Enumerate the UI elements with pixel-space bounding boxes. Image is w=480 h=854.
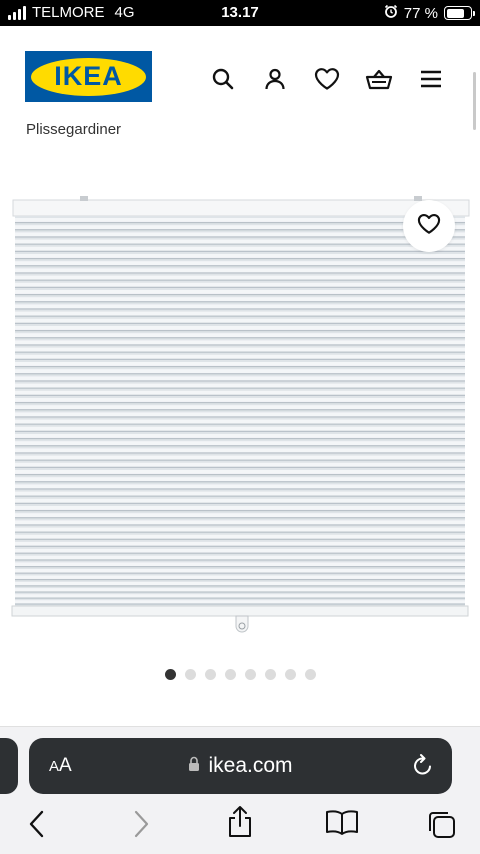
forward-icon[interactable] [131, 809, 151, 844]
account-icon[interactable] [260, 64, 290, 94]
address-bar[interactable]: AA ikea.com [29, 738, 452, 794]
header-actions [208, 64, 446, 94]
logo-text: IKEA [54, 61, 123, 91]
back-icon[interactable] [27, 809, 47, 844]
pagination-dot[interactable] [204, 669, 216, 680]
pagination-dot[interactable] [164, 669, 176, 680]
battery-percent: 77 % [403, 4, 438, 22]
search-icon[interactable] [208, 64, 238, 94]
menu-icon[interactable] [416, 64, 446, 94]
alarm-icon [384, 4, 398, 22]
reload-icon[interactable] [412, 753, 434, 782]
status-bar: TELMORE 4G 13.17 77 % [0, 0, 480, 26]
pagination-dot[interactable] [224, 669, 236, 680]
heart-icon[interactable] [312, 64, 342, 94]
share-icon[interactable] [226, 805, 254, 844]
heart-icon [417, 213, 441, 240]
site-header: IKEA [0, 26, 480, 130]
pagination-dot[interactable] [244, 669, 256, 680]
url-display[interactable]: ikea.com [29, 754, 452, 778]
previous-tab-edge[interactable] [0, 738, 18, 794]
basket-icon[interactable] [364, 64, 394, 94]
add-to-favorites-button[interactable] [403, 200, 455, 252]
tabs-icon[interactable] [426, 809, 458, 846]
lock-icon [188, 754, 200, 778]
image-pagination [0, 669, 480, 680]
status-right: 77 % [384, 4, 475, 22]
breadcrumb[interactable]: Plissegardiner [26, 121, 121, 138]
browser-toolbar [0, 805, 480, 845]
bookmarks-icon[interactable] [325, 809, 359, 842]
pleated-blind-image[interactable] [0, 190, 480, 640]
ikea-logo[interactable]: IKEA [25, 51, 152, 102]
pagination-dot[interactable] [264, 669, 276, 680]
page-scrollbar[interactable] [473, 72, 476, 130]
pagination-dot[interactable] [304, 669, 316, 680]
pagination-dot[interactable] [284, 669, 296, 680]
battery-icon [444, 6, 475, 20]
browser-chrome: AA ikea.com [0, 727, 480, 854]
pagination-dot[interactable] [184, 669, 196, 680]
url-text: ikea.com [208, 754, 293, 777]
